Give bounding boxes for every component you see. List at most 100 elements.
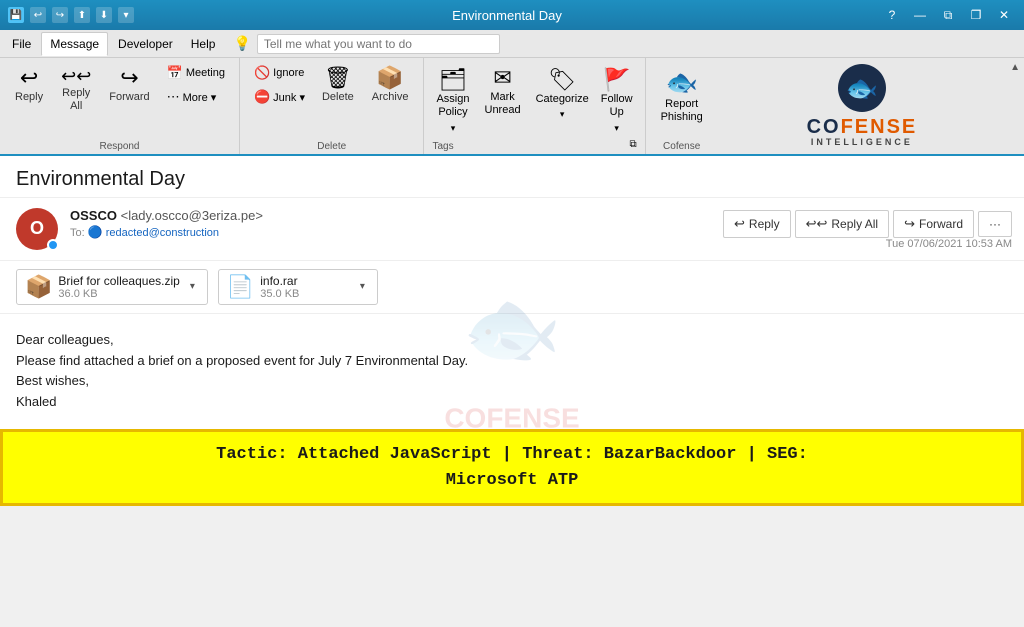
- follow-up-label: FollowUp: [601, 93, 633, 119]
- email-more-button[interactable]: ···: [978, 211, 1012, 237]
- ribbon-collapse-button[interactable]: ▲: [1006, 58, 1024, 154]
- attachment-zip[interactable]: 📦 Brief for colleaques.zip 36.0 KB ▾: [16, 269, 208, 305]
- body-line-4: Khaled: [16, 392, 1008, 413]
- email-reply-all-button[interactable]: ↩↩ Reply All: [795, 210, 889, 238]
- rar-icon: 📄: [227, 274, 254, 300]
- body-line-2: Please find attached a brief on a propos…: [16, 351, 1008, 372]
- redo-icon[interactable]: ↪: [52, 7, 68, 23]
- email-forward-button[interactable]: ↪ Forward: [893, 210, 974, 238]
- cofense-brand-text: COFENSE INTELLIGENCE: [807, 116, 918, 148]
- assign-policy-icon: 🗂: [439, 67, 467, 93]
- delete-small-col: 🚫 Ignore ⛔ Junk ▾: [248, 62, 311, 108]
- archive-label: Archive: [372, 91, 409, 104]
- restore-button[interactable]: ⧉: [936, 6, 960, 24]
- attachment-rar-size: 35.0 KB: [260, 288, 350, 300]
- delete-group-label: Delete: [317, 141, 346, 152]
- ignore-label: Ignore: [273, 67, 304, 79]
- report-phishing-icon: 🐟: [665, 67, 697, 98]
- respond-group-label: Respond: [99, 141, 139, 152]
- menu-developer[interactable]: Developer: [110, 33, 181, 55]
- meeting-label: Meeting: [186, 67, 225, 79]
- email-timestamp: Tue 07/06/2021 10:53 AM: [886, 238, 1012, 250]
- categorize-arrow[interactable]: ▾: [532, 107, 593, 122]
- mark-unread-label: MarkUnread: [485, 91, 521, 117]
- sender-avatar: O: [16, 208, 58, 250]
- report-phishing-label: ReportPhishing: [661, 98, 703, 124]
- attachment-rar-name: info.rar: [260, 274, 350, 288]
- attachment-rar-arrow[interactable]: ▾: [356, 279, 369, 294]
- reply-all-button[interactable]: ↩↩ ReplyAll: [54, 62, 98, 118]
- more-label: More ▾: [183, 91, 217, 104]
- tags-group-content: 🗂 AssignPolicy ▾ ✉ MarkUnread 🏷 Categori…: [432, 62, 636, 137]
- tags-group: 🗂 AssignPolicy ▾ ✉ MarkUnread 🏷 Categori…: [424, 58, 645, 154]
- attachment-rar-info: info.rar 35.0 KB: [260, 274, 350, 300]
- reply-all-label: ReplyAll: [62, 87, 90, 113]
- menu-help[interactable]: Help: [183, 33, 224, 55]
- undo-icon[interactable]: ↩: [30, 7, 46, 23]
- cofense-group: 🐟 ReportPhishing Cofense: [646, 58, 718, 154]
- up-icon[interactable]: ⬆: [74, 7, 90, 23]
- attachment-zip-info: Brief for colleaques.zip 36.0 KB: [58, 274, 179, 300]
- tags-expand-icon[interactable]: ⧉: [629, 139, 636, 150]
- title-bar: 💾 ↩ ↪ ⬆ ⬇ ▾ Environmental Day ? — ⧉ ❐ ✕: [0, 0, 1024, 30]
- to-dot: 🔵: [88, 225, 103, 239]
- archive-button[interactable]: 📦 Archive: [365, 62, 416, 109]
- cofense-group-content: 🐟 ReportPhishing: [654, 62, 710, 137]
- junk-button[interactable]: ⛔ Junk ▾: [248, 86, 311, 108]
- to-address: redacted@construction: [106, 227, 219, 239]
- email-reply-button[interactable]: ↩ Reply: [723, 210, 791, 238]
- reply-button[interactable]: ↩ Reply: [8, 62, 50, 109]
- reply-icon: ↩: [20, 67, 38, 89]
- delete-group: 🚫 Ignore ⛔ Junk ▾ 🗑 Delete 📦 Archive Del…: [240, 58, 425, 154]
- mark-unread-button[interactable]: ✉ MarkUnread: [478, 62, 528, 122]
- down-icon[interactable]: ⬇: [96, 7, 112, 23]
- attachment-zip-name: Brief for colleaques.zip: [58, 274, 179, 288]
- cofense-circle: 🐟: [838, 64, 886, 112]
- assign-policy-arrow[interactable]: ▾: [432, 121, 473, 136]
- email-subject: Environmental Day: [0, 156, 1024, 198]
- body-line-3: Best wishes,: [16, 371, 1008, 392]
- forward-label: Forward: [109, 91, 149, 104]
- junk-label: Junk ▾: [273, 91, 305, 104]
- follow-up-button[interactable]: 🚩 FollowUp: [597, 62, 637, 121]
- follow-up-icon: 🚩: [603, 67, 630, 93]
- threat-banner: Tactic: Attached JavaScript | Threat: Ba…: [0, 429, 1024, 506]
- ribbon: ↩ Reply ↩↩ ReplyAll ↪ Forward 📅 Meeting: [0, 58, 1024, 156]
- email-pane: Environmental Day O OSSCO <lady.oscco@3e…: [0, 156, 1024, 429]
- email-forward-icon: ↪: [904, 216, 915, 232]
- save-icon[interactable]: 💾: [8, 7, 24, 23]
- email-reply-label: Reply: [749, 217, 780, 231]
- delete-icon: 🗑: [324, 67, 352, 89]
- reply-all-icon: ↩↩: [61, 67, 91, 85]
- menu-message[interactable]: Message: [41, 32, 108, 56]
- follow-up-arrow[interactable]: ▾: [597, 121, 637, 136]
- close-button[interactable]: ✕: [992, 6, 1016, 24]
- more-button[interactable]: ⋯ More ▾: [161, 86, 231, 108]
- assign-policy-button[interactable]: 🗂 AssignPolicy: [432, 62, 473, 121]
- attachment-rar[interactable]: 📄 info.rar 35.0 KB ▾: [218, 269, 378, 305]
- more-icon: ⋯: [167, 89, 180, 105]
- respond-group: ↩ Reply ↩↩ ReplyAll ↪ Forward 📅 Meeting: [0, 58, 240, 154]
- meeting-button[interactable]: 📅 Meeting: [161, 62, 231, 84]
- delete-button[interactable]: 🗑 Delete: [315, 62, 361, 109]
- assign-policy-label: AssignPolicy: [436, 93, 469, 119]
- reply-label: Reply: [15, 91, 43, 104]
- minimize-button[interactable]: —: [908, 6, 932, 24]
- report-phishing-button[interactable]: 🐟 ReportPhishing: [654, 62, 710, 129]
- cofense-fish-logo: 🐟: [846, 73, 878, 104]
- customize-icon[interactable]: ▾: [118, 7, 134, 23]
- tell-me-search[interactable]: [257, 34, 500, 54]
- attachment-zip-arrow[interactable]: ▾: [186, 279, 199, 294]
- categorize-button[interactable]: 🏷 Categorize: [532, 62, 593, 107]
- junk-icon: ⛔: [254, 89, 270, 105]
- threat-line-1: Tactic: Attached JavaScript | Threat: Ba…: [216, 445, 808, 464]
- forward-button[interactable]: ↪ Forward: [102, 62, 156, 109]
- cofense-logo-area: 🐟 COFENSE INTELLIGENCE: [787, 58, 938, 154]
- delete-label: Delete: [322, 91, 354, 104]
- cofense-name: COFENSE: [807, 116, 918, 138]
- menu-file[interactable]: File: [4, 33, 39, 55]
- ignore-button[interactable]: 🚫 Ignore: [248, 62, 311, 84]
- tags-group-label: Tags: [432, 141, 453, 152]
- maximize-button[interactable]: ❐: [964, 6, 988, 24]
- help-button[interactable]: ?: [880, 6, 904, 24]
